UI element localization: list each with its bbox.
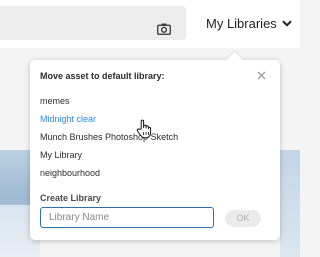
move-asset-popover: Move asset to default library: memes Mid… xyxy=(30,60,280,240)
library-list: memes Midnight clear Munch Brushes Photo… xyxy=(40,92,178,182)
background-image-right xyxy=(280,150,300,257)
chevron-down-icon xyxy=(282,19,292,27)
camera-icon[interactable] xyxy=(157,23,171,35)
hand-cursor-icon xyxy=(136,119,152,139)
library-item-midnight-clear[interactable]: Midnight clear xyxy=(40,110,178,128)
search-field[interactable] xyxy=(0,6,186,40)
top-bar: My Libraries xyxy=(0,0,300,48)
library-item-my-library[interactable]: My Library xyxy=(40,146,178,164)
library-item-munch-brushes[interactable]: Munch Brushes Photoshop Sketch xyxy=(40,128,178,146)
close-icon[interactable] xyxy=(257,71,266,80)
create-library-label: Create Library xyxy=(40,193,102,203)
my-libraries-dropdown[interactable]: My Libraries xyxy=(206,14,292,32)
my-libraries-label: My Libraries xyxy=(206,15,277,31)
ok-button[interactable]: OK xyxy=(225,210,261,227)
library-item-neighbourhood[interactable]: neighbourhood xyxy=(40,164,178,182)
library-name-input[interactable] xyxy=(40,207,214,228)
library-item-memes[interactable]: memes xyxy=(40,92,178,110)
popover-title: Move asset to default library: xyxy=(40,71,165,81)
